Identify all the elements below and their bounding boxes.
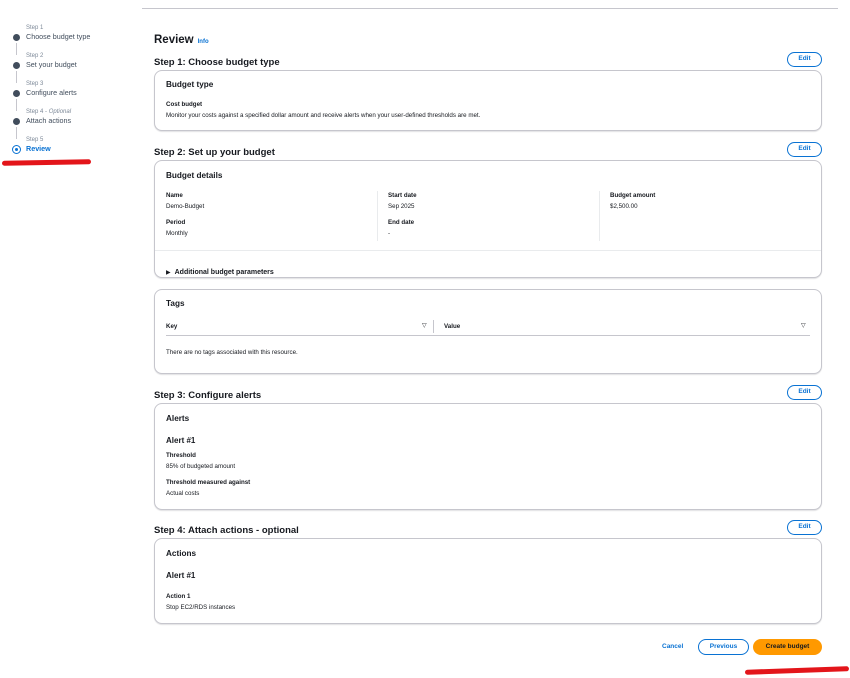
- additional-parameters-label: Additional budget parameters: [174, 269, 274, 276]
- actions-card: Actions Alert #1 Action 1 Stop EC2/RDS i…: [154, 538, 822, 624]
- step4-edit-button[interactable]: Edit: [787, 520, 822, 535]
- threshold-value: 85% of budgeted amount: [166, 463, 236, 470]
- end-date-label: End date: [388, 219, 415, 226]
- cost-budget-label: Cost budget: [166, 101, 203, 108]
- alert-heading: Alert #1: [166, 571, 196, 580]
- action-value: Stop EC2/RDS instances: [166, 604, 236, 611]
- budget-details-card: Budget details Name Demo-Budget Period M…: [154, 160, 822, 278]
- budget-type-card: Budget type Cost budget Monitor your cos…: [154, 70, 822, 131]
- action-label: Action 1: [166, 593, 191, 600]
- cost-budget-description: Monitor your costs against a specified d…: [166, 112, 481, 119]
- column-divider: [377, 191, 378, 241]
- wizard-step-2[interactable]: Step 2 Set your budget: [12, 52, 122, 83]
- column-divider: [599, 191, 600, 241]
- budget-amount-label: Budget amount: [610, 192, 656, 199]
- step-number: Step 1: [26, 25, 44, 31]
- measured-against-value: Actual costs: [166, 490, 200, 497]
- step-label[interactable]: Review: [26, 144, 122, 154]
- step3-edit-button[interactable]: Edit: [787, 385, 822, 400]
- tags-key-header[interactable]: Key: [166, 323, 177, 330]
- name-value: Demo-Budget: [166, 203, 205, 210]
- card-title: Budget type: [166, 80, 214, 89]
- wizard-steps: Step 1 Choose budget type Step 2 Set you…: [12, 24, 122, 164]
- annotation-underline: [1, 159, 92, 166]
- step-number: Step 4 - Optional: [26, 109, 72, 115]
- page-header: Review Info: [154, 30, 209, 48]
- step2-edit-button[interactable]: Edit: [787, 142, 822, 157]
- annotation-underline: [744, 666, 850, 675]
- step2-heading: Step 2: Set up your budget: [154, 147, 275, 158]
- step2-header: Step 2: Set up your budget Edit: [154, 142, 822, 158]
- step-number: Step 3: [26, 81, 44, 87]
- period-label: Period: [166, 219, 186, 226]
- wizard-step-1[interactable]: Step 1 Choose budget type: [12, 24, 122, 55]
- wizard-step-3[interactable]: Step 3 Configure alerts: [12, 80, 122, 111]
- tags-value-header[interactable]: Value: [444, 323, 460, 330]
- step1-heading: Step 1: Choose budget type: [154, 57, 280, 68]
- threshold-label: Threshold: [166, 452, 196, 459]
- step-label[interactable]: Attach actions: [26, 116, 122, 126]
- step3-heading: Step 3: Configure alerts: [154, 390, 262, 401]
- cancel-button[interactable]: Cancel: [662, 643, 683, 650]
- step-label[interactable]: Set your budget: [26, 60, 122, 70]
- card-title: Tags: [166, 299, 185, 308]
- step-number: Step 2: [26, 53, 44, 59]
- column-divider: [433, 320, 434, 333]
- step-number: Step 5: [26, 137, 44, 143]
- step-dot-icon: [13, 62, 20, 69]
- step-number-text: Step 4: [26, 109, 44, 115]
- current-step-icon: [12, 145, 21, 154]
- step4-header: Step 4: Attach actions - optional Edit: [154, 520, 822, 536]
- tags-empty-message: There are no tags associated with this r…: [166, 349, 298, 356]
- sort-caret-icon[interactable]: ▽: [801, 322, 806, 329]
- start-date-label: Start date: [388, 192, 417, 199]
- step-dot-icon: [13, 34, 20, 41]
- end-date-value: -: [388, 230, 391, 237]
- step-dot-icon: [13, 118, 20, 125]
- measured-against-label: Threshold measured against: [166, 479, 251, 486]
- step-label[interactable]: Choose budget type: [26, 32, 122, 42]
- start-date-value: Sep 2025: [388, 203, 415, 210]
- step-label[interactable]: Configure alerts: [26, 88, 122, 98]
- step4-heading: Step 4: Attach actions - optional: [154, 525, 299, 536]
- step3-header: Step 3: Configure alerts Edit: [154, 385, 822, 401]
- table-header-divider: [166, 335, 810, 336]
- section-divider: [155, 250, 821, 251]
- info-link[interactable]: Info: [198, 39, 209, 45]
- sort-caret-icon[interactable]: ▽: [422, 322, 427, 329]
- step1-edit-button[interactable]: Edit: [787, 52, 822, 67]
- card-title: Actions: [166, 549, 197, 558]
- tags-card: Tags Key ▽ Value ▽ There are no tags ass…: [154, 289, 822, 374]
- wizard-step-4[interactable]: Step 4 - Optional Attach actions: [12, 108, 122, 139]
- card-title: Budget details: [166, 171, 223, 180]
- step-dot-icon: [13, 90, 20, 97]
- page-title: Review: [154, 34, 194, 46]
- caret-right-icon: ▶: [166, 270, 171, 276]
- period-value: Monthly: [166, 230, 188, 237]
- previous-button[interactable]: Previous: [698, 639, 749, 655]
- step1-header: Step 1: Choose budget type Edit: [154, 52, 822, 68]
- create-budget-button[interactable]: Create budget: [753, 639, 822, 655]
- top-divider: [142, 8, 838, 9]
- alert-heading: Alert #1: [166, 436, 196, 445]
- additional-parameters-toggle[interactable]: ▶ Additional budget parameters: [166, 261, 274, 279]
- alerts-card: Alerts Alert #1 Threshold 85% of budgete…: [154, 403, 822, 510]
- optional-tag: Optional: [48, 109, 72, 115]
- budget-amount-value: $2,500.00: [610, 203, 638, 210]
- card-title: Alerts: [166, 414, 190, 423]
- name-label: Name: [166, 192, 183, 199]
